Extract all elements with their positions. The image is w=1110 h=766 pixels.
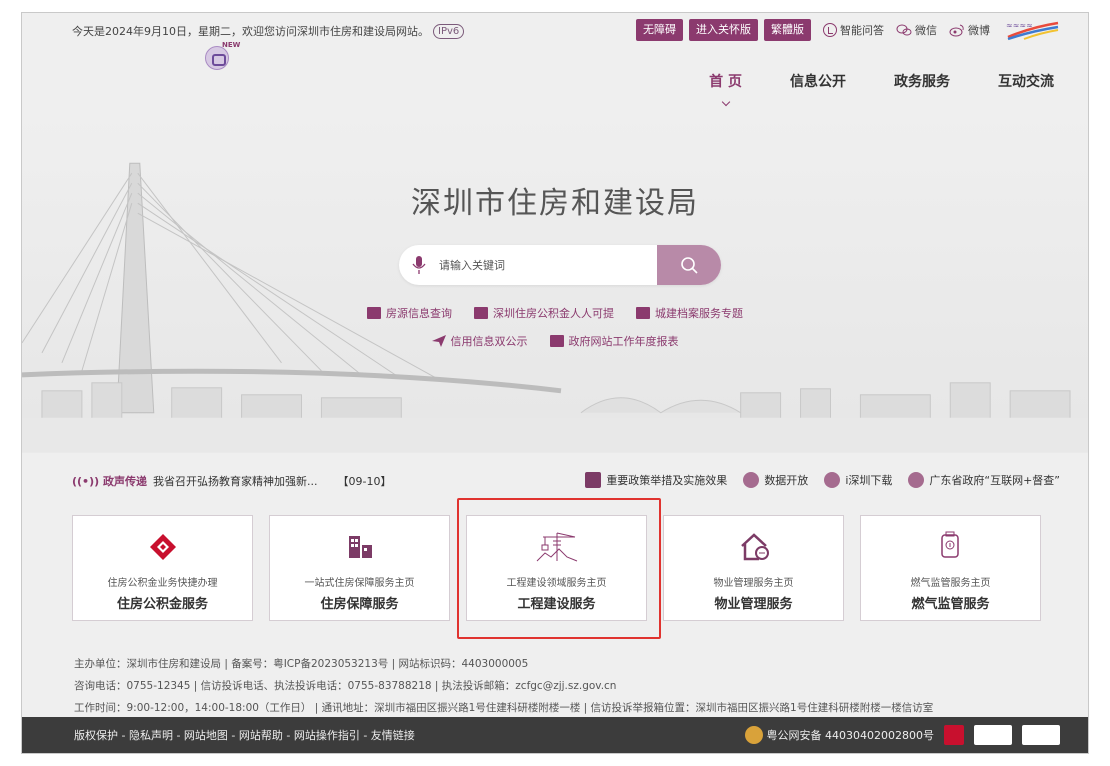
book-icon: [585, 472, 602, 488]
page-frame: 今天是2024年9月10日，星期二，欢迎您访问深圳市住房和建设局网站。 IPv6…: [21, 12, 1089, 754]
urban-archive-link[interactable]: 城建档案服务专题: [636, 305, 743, 321]
service-cards: 住房公积金业务快捷办理 住房公积金服务 一站式住房保障服务主页 住房保障服务 工…: [72, 515, 1041, 621]
card-subtitle: 住房公积金业务快捷办理: [107, 578, 218, 589]
housing-fund-service-card[interactable]: 住房公积金业务快捷办理 住房公积金服务: [72, 515, 253, 621]
document-icon: [549, 335, 564, 347]
search-button[interactable]: [657, 245, 721, 285]
annual-report-link[interactable]: 政府网站工作年度报表: [549, 333, 679, 349]
quick-links-row2: 信用信息双公示 政府网站工作年度报表: [22, 333, 1088, 349]
send-icon: [431, 335, 446, 347]
buildings-icon: [348, 536, 372, 558]
crane-icon: [536, 532, 577, 562]
card-subtitle: 工程建设领域服务主页: [506, 578, 607, 589]
footer-line-contact: 咨询电话：0755-12345 | 信访投诉电话、执法投诉电话：0755-837…: [74, 680, 617, 692]
news-headline-link[interactable]: 我省召开弘扬教育家精神加强新...: [153, 473, 318, 489]
construction-service-card[interactable]: 工程建设领域服务主页 工程建设服务: [466, 515, 647, 621]
search-icon: [681, 257, 698, 274]
card-title: 物业管理服务: [714, 597, 793, 612]
housing-fund-label: 深圳住房公积金人人可提: [493, 307, 614, 320]
gas-supervision-service-card[interactable]: 燃气监管服务主页 燃气监管服务: [860, 515, 1041, 621]
house-icon: [740, 533, 769, 561]
shenzhen-logo-icon[interactable]: ≈≈≈≈: [1004, 19, 1060, 41]
top-bar: 今天是2024年9月10日，星期二，欢迎您访问深圳市住房和建设局网站。 IPv6…: [22, 13, 1088, 49]
nav-interaction[interactable]: 互动交流: [998, 71, 1054, 91]
open-data-label: 数据开放: [764, 474, 809, 487]
internet-supervision-link[interactable]: 广东省政府“互联网+督查”: [908, 472, 1060, 488]
house-info-query-label: 房源信息查询: [386, 307, 452, 320]
house-info-query-link[interactable]: 房源信息查询: [367, 305, 452, 321]
care-mode-button[interactable]: 进入关怀版: [689, 19, 758, 41]
wechat-icon: [896, 24, 912, 36]
data-icon: [743, 472, 760, 488]
archive-icon: [636, 307, 650, 319]
internet-supervision-label: 广东省政府“互联网+督查”: [929, 474, 1060, 487]
microphone-icon[interactable]: [399, 245, 439, 285]
guangdong-emblem-icon: [908, 472, 925, 488]
news-tag: ((•)) 政声传递: [72, 475, 147, 488]
open-data-link[interactable]: 数据开放: [743, 472, 808, 488]
footer-line-address: 工作时间：9:00-12:00，14:00-18:00（工作日） | 通讯地址：…: [74, 702, 934, 714]
ipv6-badge: IPv6: [433, 23, 465, 39]
main-nav: 首 页 信息公开 政务服务 互动交流: [709, 71, 1054, 91]
weibo-icon: [949, 24, 964, 37]
policy-effects-link[interactable]: 重要政策举措及实施效果: [585, 472, 727, 488]
credit-info-label: 信用信息双公示: [450, 335, 528, 348]
weibo-label: 微博: [968, 24, 990, 37]
bottom-bar: 版权保护 - 隐私声明 - 网站地图 - 网站帮助 - 网站操作指引 - 友情链…: [22, 717, 1088, 753]
card-title: 工程建设服务: [517, 597, 596, 612]
gov-site-error-badge-icon[interactable]: [974, 725, 1012, 745]
police-record-label: 粤公网安备 44030402002800号: [766, 729, 934, 742]
card-title: 燃气监管服务: [911, 597, 990, 612]
housing-security-service-card[interactable]: 一站式住房保障服务主页 住房保障服务: [269, 515, 450, 621]
housing-fund-link[interactable]: 深圳住房公积金人人可提: [474, 305, 614, 321]
ishenzhen-download-label: i深圳下载: [845, 474, 893, 487]
police-record-link[interactable]: 粤公网安备 44030402002800号: [744, 726, 934, 744]
card-subtitle: 物业管理服务主页: [713, 578, 794, 589]
welcome-text: 今天是2024年9月10日，星期二，欢迎您访问深圳市住房和建设局网站。: [72, 25, 429, 38]
qa-icon: [823, 23, 837, 37]
card-title: 住房公积金服务: [116, 597, 208, 612]
card-subtitle: 一站式住房保障服务主页: [304, 578, 415, 589]
smart-qa-link[interactable]: 智能问答: [823, 22, 884, 38]
annual-report-label: 政府网站工作年度报表: [568, 335, 679, 348]
nav-government-services[interactable]: 政务服务: [894, 71, 950, 91]
news-bar: ((•)) 政声传递 我省召开弘扬教育家精神加强新... 【09-10】 重要政…: [22, 463, 1088, 499]
nav-home[interactable]: 首 页: [709, 71, 742, 91]
search-bar: [399, 245, 721, 285]
bottom-badges: 粤公网安备 44030402002800号: [744, 725, 1060, 745]
weibo-link[interactable]: 微博: [949, 22, 990, 38]
building-icon: [367, 307, 381, 319]
footer-info: 主办单位：深圳市住房和建设局 | 备案号：粤ICP备2023053213号 | …: [74, 653, 933, 719]
credit-info-link[interactable]: 信用信息双公示: [431, 333, 528, 349]
quick-links-row1: 房源信息查询 深圳住房公积金人人可提 城建档案服务专题: [22, 305, 1088, 321]
site-title: 深圳市住房和建设局: [411, 186, 699, 221]
gov-emblem-icon[interactable]: [944, 725, 964, 745]
footer-links[interactable]: 版权保护 - 隐私声明 - 网站地图 - 网站帮助 - 网站操作指引 - 友情链…: [74, 727, 415, 743]
traditional-chinese-button[interactable]: 繁體版: [764, 19, 811, 41]
nav-info-disclosure[interactable]: 信息公开: [790, 71, 846, 91]
footer-line-sponsor: 主办单位：深圳市住房和建设局 | 备案号：粤ICP备2023053213号 | …: [74, 658, 529, 670]
card-subtitle: 燃气监管服务主页: [910, 578, 991, 589]
urban-archive-label: 城建档案服务专题: [655, 307, 743, 320]
search-input[interactable]: [439, 245, 657, 285]
card-title: 住房保障服务: [320, 597, 399, 612]
ishenzhen-icon: [824, 472, 841, 488]
wechat-link[interactable]: 微信: [896, 22, 937, 38]
accessibility-badge-icon[interactable]: [1022, 725, 1060, 745]
diamond-icon: [149, 534, 176, 560]
top-right-links: 无障碍 进入关怀版 繁體版 智能问答 微信 微博 ≈≈≈≈: [636, 19, 1060, 41]
smart-qa-label: 智能问答: [840, 24, 884, 37]
policy-effects-label: 重要政策举措及实施效果: [606, 474, 728, 487]
property-management-service-card[interactable]: 物业管理服务主页 物业管理服务: [663, 515, 844, 621]
wechat-label: 微信: [915, 24, 937, 37]
accessibility-button[interactable]: 无障碍: [636, 19, 683, 41]
police-emblem-icon: [744, 726, 763, 744]
new-tag: NEW: [222, 41, 241, 49]
assistant-robot-icon[interactable]: [205, 46, 229, 70]
news-date: 【09-10】: [337, 475, 392, 488]
card-icon: [474, 307, 488, 319]
gas-icon: [940, 531, 959, 558]
ishenzhen-download-link[interactable]: i深圳下载: [824, 472, 892, 488]
news-right-links: 重要政策举措及实施效果 数据开放 i深圳下载 广东省政府“互联网+督查”: [585, 472, 1060, 488]
